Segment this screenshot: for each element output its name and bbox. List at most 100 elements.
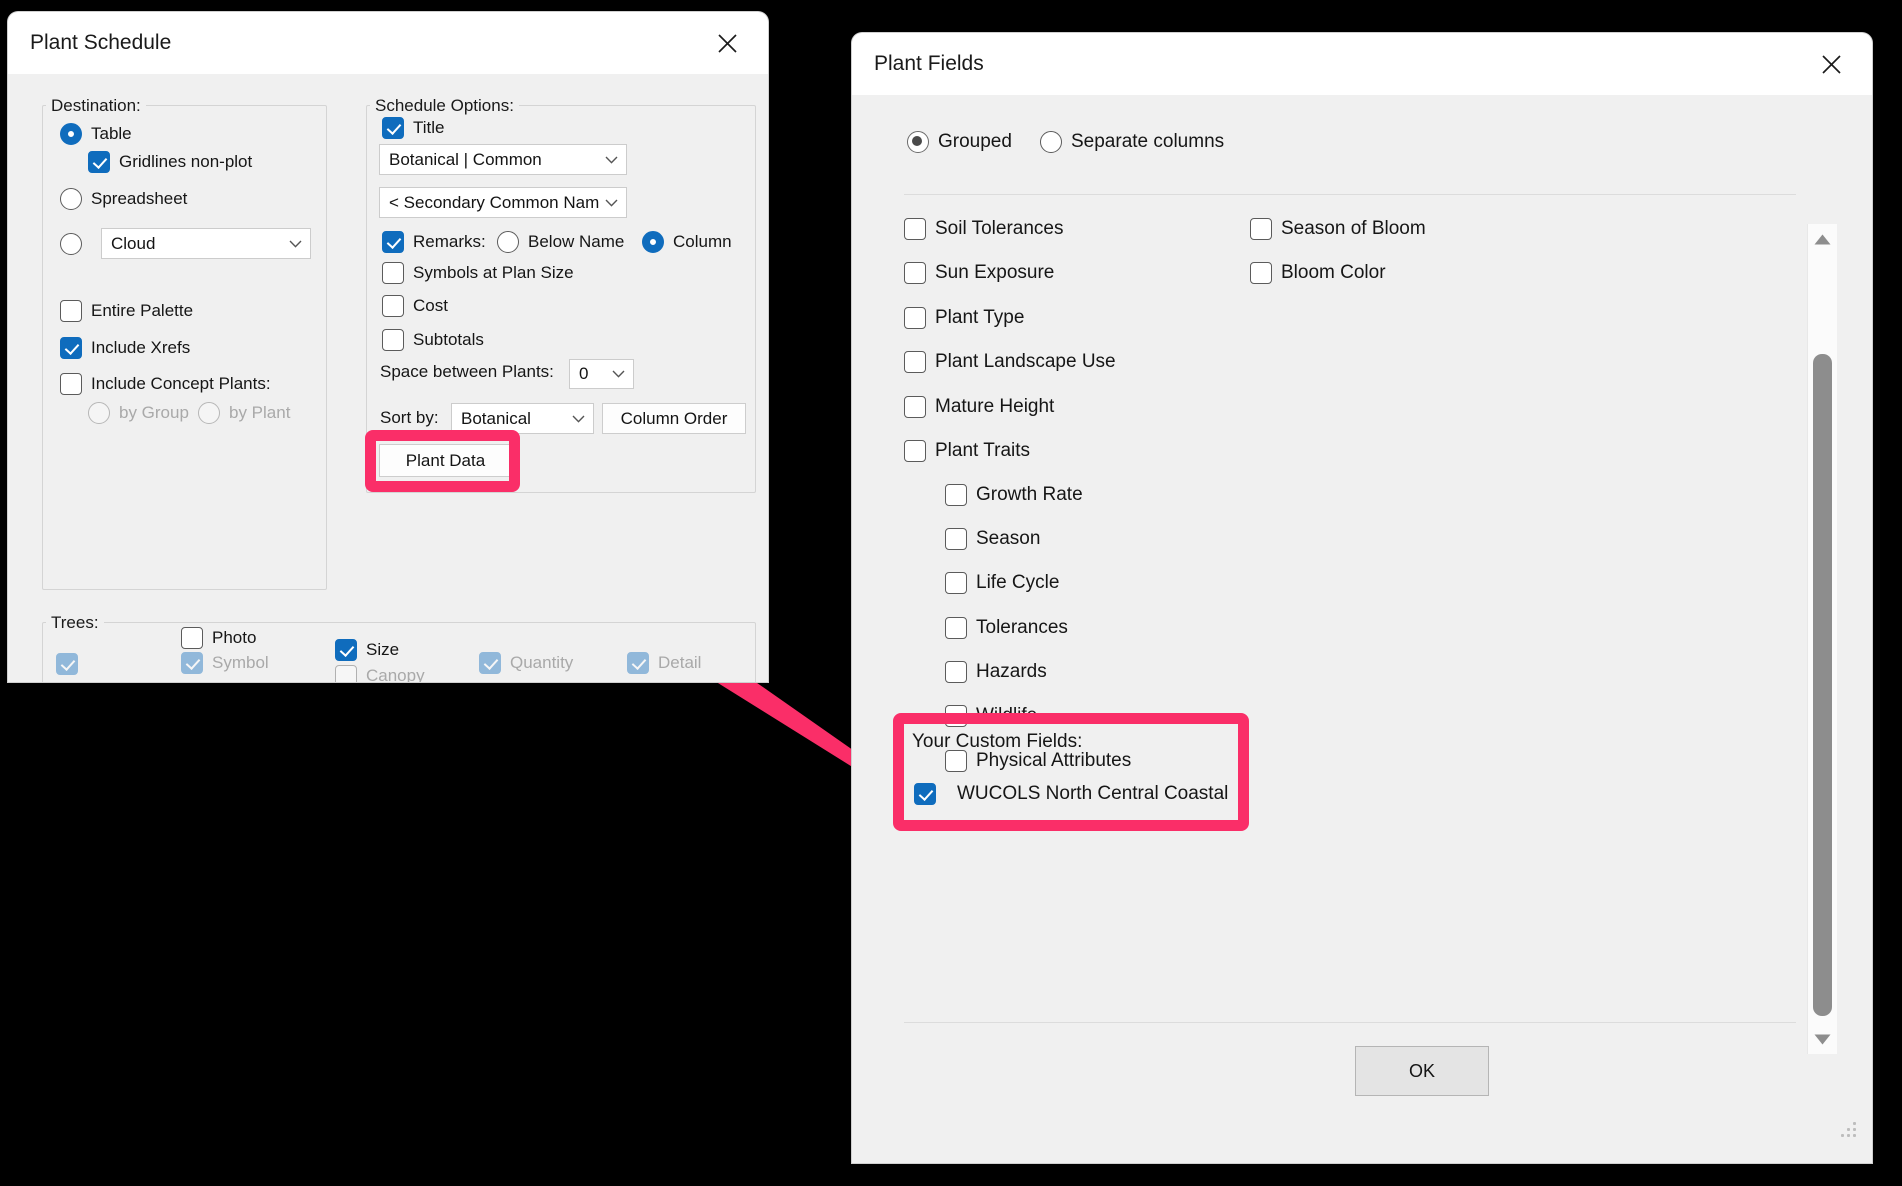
checkbox-plant-traits[interactable]: Plant Traits (904, 440, 1030, 462)
radio-by-group-circle (88, 402, 110, 424)
checkbox-trees-symbol[interactable]: Symbol (181, 652, 269, 674)
radio-column-circle[interactable] (642, 231, 664, 253)
checkbox-title-box[interactable] (382, 117, 404, 139)
checkbox-tolerances[interactable]: Tolerances (945, 617, 1068, 639)
checkbox-remarks-box[interactable] (382, 231, 404, 253)
checkbox-symbols-at-plan-size[interactable]: Symbols at Plan Size (382, 262, 574, 284)
radio-table-label: Table (91, 124, 132, 143)
checkbox-plant-landscape-use-box[interactable] (904, 351, 926, 373)
checkbox-cost[interactable]: Cost (382, 295, 448, 317)
radio-column[interactable]: Column (642, 231, 732, 253)
checkbox-wucols-box[interactable] (914, 783, 936, 805)
checkbox-title[interactable]: Title (382, 117, 445, 139)
checkbox-plant-traits-box[interactable] (904, 440, 926, 462)
cloud-combo[interactable]: Cloud (101, 228, 311, 259)
checkbox-bloom-color-box[interactable] (1250, 262, 1272, 284)
checkbox-symbols-at-plan-size-box[interactable] (382, 262, 404, 284)
scroll-up-arrow-icon[interactable] (1808, 229, 1837, 249)
checkbox-trees-detail-label: Detail (658, 653, 702, 672)
checkbox-season-of-bloom[interactable]: Season of Bloom (1250, 218, 1426, 240)
checkbox-trees-symbol-box[interactable] (181, 652, 203, 674)
space-between-plants-label-row: Space between Plants: (380, 362, 554, 382)
radio-spreadsheet[interactable] (60, 188, 82, 210)
checkbox-mature-height[interactable]: Mature Height (904, 396, 1054, 418)
checkbox-season[interactable]: Season (945, 528, 1040, 550)
checkbox-wucols-north-central-coastal[interactable]: WUCOLS North Central Coastal (914, 783, 1228, 805)
column-order-button[interactable]: Column Order (602, 403, 746, 434)
checkbox-gridlines-box[interactable] (88, 151, 110, 173)
checkbox-remarks[interactable]: Remarks: (382, 231, 486, 253)
checkbox-cost-box[interactable] (382, 295, 404, 317)
destination-radio-table[interactable]: Table (60, 123, 132, 145)
close-icon[interactable] (1810, 43, 1852, 85)
checkbox-plant-type-box[interactable] (904, 307, 926, 329)
scrollbar-thumb[interactable] (1813, 354, 1832, 1016)
checkbox-hazards-box[interactable] (945, 661, 967, 683)
checkbox-include-concept-plants-box[interactable] (60, 373, 82, 395)
checkbox-life-cycle[interactable]: Life Cycle (945, 572, 1059, 594)
checkbox-subtotals-box[interactable] (382, 329, 404, 351)
name-format-combo[interactable]: Botanical | Common (379, 144, 627, 175)
sort-by-combo[interactable]: Botanical (451, 403, 594, 434)
custom-fields-heading: Your Custom Fields: (912, 731, 1083, 752)
radio-table[interactable] (60, 123, 82, 145)
checkbox-trees-canopy-box (335, 665, 357, 682)
checkbox-sun-exposure[interactable]: Sun Exposure (904, 262, 1054, 284)
radio-grouped[interactable]: Grouped (907, 131, 1012, 153)
trees-master-checkbox-box[interactable] (56, 653, 78, 675)
checkbox-tolerances-box[interactable] (945, 617, 967, 639)
checkbox-growth-rate[interactable]: Growth Rate (945, 484, 1083, 506)
checkbox-sun-exposure-box[interactable] (904, 262, 926, 284)
scroll-down-arrow-icon[interactable] (1808, 1029, 1837, 1049)
radio-below-name[interactable]: Below Name (497, 231, 624, 253)
checkbox-bloom-color[interactable]: Bloom Color (1250, 262, 1386, 284)
checkbox-include-xrefs-box[interactable] (60, 337, 82, 359)
radio-separate-columns[interactable]: Separate columns (1040, 131, 1224, 153)
checkbox-life-cycle-box[interactable] (945, 572, 967, 594)
checkbox-trees-size-box[interactable] (335, 639, 357, 661)
checkbox-include-concept-plants[interactable]: Include Concept Plants: (60, 373, 271, 395)
checkbox-title-label: Title (413, 118, 445, 137)
checkbox-entire-palette[interactable]: Entire Palette (60, 300, 193, 322)
radio-separate-columns-circle[interactable] (1040, 131, 1062, 153)
checkbox-trees-photo-label: Photo (212, 628, 257, 647)
checkbox-include-xrefs-label: Include Xrefs (91, 338, 191, 357)
checkbox-remarks-label: Remarks: (413, 232, 486, 251)
radio-grouped-circle[interactable] (907, 131, 929, 153)
radio-below-name-label: Below Name (528, 232, 625, 251)
radio-cloud[interactable] (60, 233, 82, 255)
checkbox-trees-size[interactable]: Size (335, 639, 399, 661)
checkbox-subtotals[interactable]: Subtotals (382, 329, 484, 351)
vertical-scrollbar[interactable] (1807, 224, 1837, 1054)
checkbox-soil-tolerances[interactable]: Soil Tolerances (904, 218, 1064, 240)
checkbox-hazards[interactable]: Hazards (945, 661, 1047, 683)
checkbox-plant-type[interactable]: Plant Type (904, 307, 1024, 329)
plant-data-button[interactable]: Plant Data (379, 444, 512, 477)
chevron-down-icon (572, 415, 585, 423)
checkbox-plant-landscape-use[interactable]: Plant Landscape Use (904, 351, 1116, 373)
checkbox-mature-height-box[interactable] (904, 396, 926, 418)
ok-button[interactable]: OK (1355, 1046, 1489, 1096)
close-icon[interactable] (706, 22, 748, 64)
destination-radio-cloud[interactable] (60, 233, 82, 255)
checkbox-growth-rate-box[interactable] (945, 484, 967, 506)
destination-radio-spreadsheet[interactable]: Spreadsheet (60, 188, 187, 210)
space-between-plants-combo[interactable]: 0 (569, 359, 634, 389)
checkbox-season-box[interactable] (945, 528, 967, 550)
checkbox-trees-photo-box[interactable] (181, 627, 203, 649)
sort-by-label: Sort by: (380, 408, 439, 427)
secondary-name-combo[interactable]: < Secondary Common Name (379, 187, 627, 218)
resize-grip-icon[interactable] (1838, 1121, 1860, 1143)
sort-by-label-row: Sort by: (380, 408, 439, 428)
destination-group-label: Destination: (46, 96, 146, 116)
trees-master-checkbox[interactable] (56, 653, 78, 675)
checkbox-gridlines-non-plot[interactable]: Gridlines non-plot (88, 151, 252, 173)
checkbox-soil-tolerances-box[interactable] (904, 218, 926, 240)
checkbox-season-of-bloom-box[interactable] (1250, 218, 1272, 240)
checkbox-trees-photo[interactable]: Photo (181, 627, 256, 649)
checkbox-trees-quantity: Quantity (479, 652, 573, 674)
checkbox-mature-height-label: Mature Height (935, 396, 1055, 417)
checkbox-entire-palette-box[interactable] (60, 300, 82, 322)
checkbox-include-xrefs[interactable]: Include Xrefs (60, 337, 190, 359)
radio-below-name-circle[interactable] (497, 231, 519, 253)
